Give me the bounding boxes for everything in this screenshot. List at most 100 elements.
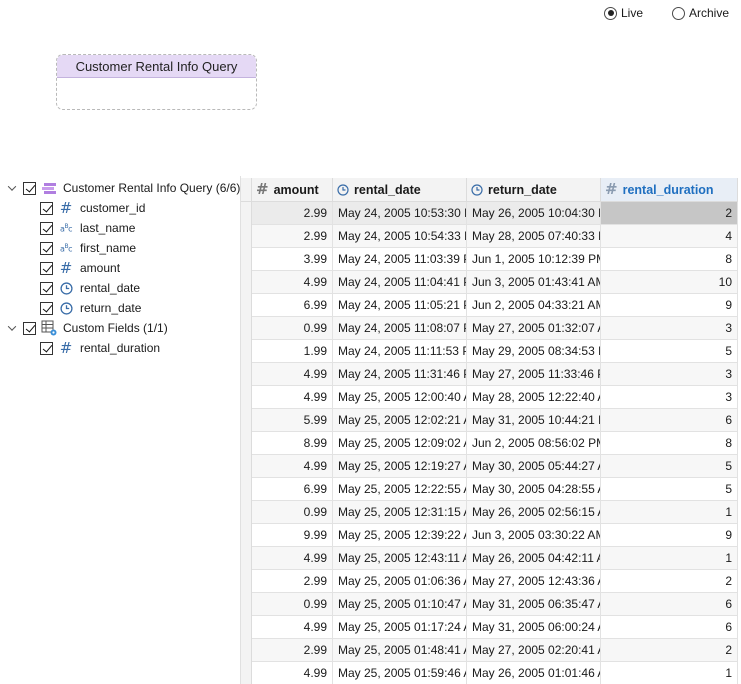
- cell-amount[interactable]: 8.99: [252, 432, 333, 455]
- field-checkbox[interactable]: [40, 281, 53, 295]
- cell-amount[interactable]: 4.99: [252, 547, 333, 570]
- cell-rental-duration[interactable]: 5: [601, 455, 738, 478]
- cell-rental-date[interactable]: May 25, 2005 01:59:46 A: [333, 662, 467, 684]
- table-row[interactable]: 0.99 May 25, 2005 12:31:15 A May 26, 2005 …: [252, 501, 738, 524]
- table-row[interactable]: 6.99 May 25, 2005 12:22:55 A May 30, 2005 …: [252, 478, 738, 501]
- cell-return-date[interactable]: May 26, 2005 02:56:15 A: [467, 501, 601, 524]
- cell-amount[interactable]: 0.99: [252, 317, 333, 340]
- table-row[interactable]: 0.99 May 25, 2005 01:10:47 A May 31, 2005 …: [252, 593, 738, 616]
- cell-amount[interactable]: 1.99: [252, 340, 333, 363]
- table-row[interactable]: 2.99 May 24, 2005 10:54:33 P May 28, 2005 …: [252, 225, 738, 248]
- tree-field-customer-id[interactable]: # customer_id: [40, 198, 145, 218]
- cell-rental-date[interactable]: May 25, 2005 12:22:55 A: [333, 478, 467, 501]
- query-checkbox[interactable]: [23, 181, 36, 195]
- field-checkbox[interactable]: [40, 241, 53, 255]
- cell-rental-date[interactable]: May 25, 2005 12:02:21 A: [333, 409, 467, 432]
- tree-field-rental-date[interactable]: rental_date: [40, 278, 140, 298]
- table-row[interactable]: 8.99 May 25, 2005 12:09:02 A Jun 2, 2005 0…: [252, 432, 738, 455]
- archive-radio-dot[interactable]: [672, 6, 685, 20]
- cell-amount[interactable]: 2.99: [252, 202, 333, 225]
- table-row[interactable]: 4.99 May 24, 2005 11:04:41 P Jun 3, 2005 0…: [252, 271, 738, 294]
- table-row[interactable]: 4.99 May 25, 2005 12:19:27 A May 30, 2005 …: [252, 455, 738, 478]
- cell-return-date[interactable]: May 29, 2005 08:34:53 P: [467, 340, 601, 363]
- cell-rental-duration[interactable]: 3: [601, 317, 738, 340]
- chevron-down-icon[interactable]: [7, 183, 17, 193]
- cell-amount[interactable]: 2.99: [252, 639, 333, 662]
- table-row[interactable]: 5.99 May 25, 2005 12:02:21 A May 31, 2005 …: [252, 409, 738, 432]
- cell-return-date[interactable]: May 27, 2005 01:32:07 A: [467, 317, 601, 340]
- cell-amount[interactable]: 5.99: [252, 409, 333, 432]
- cell-amount[interactable]: 4.99: [252, 386, 333, 409]
- cell-return-date[interactable]: May 31, 2005 06:00:24 A: [467, 616, 601, 639]
- cell-rental-date[interactable]: May 24, 2005 11:31:46 P: [333, 363, 467, 386]
- cell-return-date[interactable]: May 27, 2005 11:33:46 P: [467, 363, 601, 386]
- cell-rental-duration[interactable]: 6: [601, 409, 738, 432]
- tree-field-return-date[interactable]: return_date: [40, 298, 141, 318]
- cell-rental-date[interactable]: May 25, 2005 12:00:40 A: [333, 386, 467, 409]
- cell-rental-date[interactable]: May 24, 2005 11:05:21 P: [333, 294, 467, 317]
- cell-return-date[interactable]: May 30, 2005 05:44:27 A: [467, 455, 601, 478]
- field-checkbox[interactable]: [40, 301, 53, 315]
- cell-return-date[interactable]: May 31, 2005 10:44:21 P: [467, 409, 601, 432]
- table-row[interactable]: 3.99 May 24, 2005 11:03:39 P Jun 1, 2005 1…: [252, 248, 738, 271]
- custom-fields-checkbox[interactable]: [23, 321, 36, 335]
- column-header-amount[interactable]: # amount: [252, 178, 333, 202]
- cell-amount[interactable]: 4.99: [252, 271, 333, 294]
- cell-rental-date[interactable]: May 25, 2005 12:39:22 A: [333, 524, 467, 547]
- cell-rental-duration[interactable]: 3: [601, 386, 738, 409]
- table-row[interactable]: 2.99 May 24, 2005 10:53:30 P May 26, 2005 …: [252, 202, 738, 225]
- tree-item-custom-fields[interactable]: Custom Fields (1/1): [7, 318, 168, 338]
- tree-item-query[interactable]: Customer Rental Info Query (6/6): [7, 178, 240, 198]
- cell-return-date[interactable]: May 26, 2005 01:01:46 A: [467, 662, 601, 684]
- cell-amount[interactable]: 3.99: [252, 248, 333, 271]
- cell-amount[interactable]: 6.99: [252, 478, 333, 501]
- cell-rental-duration[interactable]: 5: [601, 340, 738, 363]
- field-checkbox[interactable]: [40, 201, 53, 215]
- cell-rental-duration[interactable]: 9: [601, 524, 738, 547]
- cell-amount[interactable]: 6.99: [252, 294, 333, 317]
- cell-rental-duration[interactable]: 2: [601, 639, 738, 662]
- cell-return-date[interactable]: Jun 2, 2005 08:56:02 PM: [467, 432, 601, 455]
- live-radio-dot[interactable]: [604, 6, 617, 20]
- cell-return-date[interactable]: Jun 1, 2005 10:12:39 PM: [467, 248, 601, 271]
- cell-rental-date[interactable]: May 24, 2005 11:08:07 P: [333, 317, 467, 340]
- cell-return-date[interactable]: May 26, 2005 10:04:30 P: [467, 202, 601, 225]
- cell-amount[interactable]: 0.99: [252, 501, 333, 524]
- cell-rental-duration[interactable]: 1: [601, 501, 738, 524]
- cell-rental-date[interactable]: May 25, 2005 01:10:47 A: [333, 593, 467, 616]
- cell-amount[interactable]: 4.99: [252, 455, 333, 478]
- tree-field-first-name[interactable]: aBc first_name: [40, 238, 136, 258]
- cell-amount[interactable]: 4.99: [252, 616, 333, 639]
- cell-return-date[interactable]: May 27, 2005 12:43:36 A: [467, 570, 601, 593]
- cell-return-date[interactable]: May 26, 2005 04:42:11 A: [467, 547, 601, 570]
- cell-rental-date[interactable]: May 25, 2005 12:19:27 A: [333, 455, 467, 478]
- cell-amount[interactable]: 9.99: [252, 524, 333, 547]
- chevron-down-icon[interactable]: [7, 323, 17, 333]
- cell-return-date[interactable]: May 28, 2005 07:40:33 P: [467, 225, 601, 248]
- table-row[interactable]: 6.99 May 24, 2005 11:05:21 P Jun 2, 2005 0…: [252, 294, 738, 317]
- cell-return-date[interactable]: Jun 3, 2005 03:30:22 AM: [467, 524, 601, 547]
- table-row[interactable]: 9.99 May 25, 2005 12:39:22 A Jun 3, 2005 0…: [252, 524, 738, 547]
- table-row[interactable]: 4.99 May 25, 2005 12:43:11 A May 26, 2005 …: [252, 547, 738, 570]
- cell-rental-date[interactable]: May 25, 2005 01:06:36 A: [333, 570, 467, 593]
- query-node[interactable]: Customer Rental Info Query: [56, 54, 257, 110]
- cell-rental-duration[interactable]: 1: [601, 547, 738, 570]
- cell-amount[interactable]: 2.99: [252, 570, 333, 593]
- cell-return-date[interactable]: May 27, 2005 02:20:41 A: [467, 639, 601, 662]
- cell-rental-date[interactable]: May 24, 2005 11:11:53 P: [333, 340, 467, 363]
- cell-rental-duration[interactable]: 4: [601, 225, 738, 248]
- cell-return-date[interactable]: May 28, 2005 12:22:40 A: [467, 386, 601, 409]
- cell-rental-duration[interactable]: 2: [601, 570, 738, 593]
- field-checkbox[interactable]: [40, 221, 53, 235]
- cell-rental-date[interactable]: May 25, 2005 12:31:15 A: [333, 501, 467, 524]
- cell-amount[interactable]: 4.99: [252, 363, 333, 386]
- cell-return-date[interactable]: Jun 3, 2005 01:43:41 AM: [467, 271, 601, 294]
- cell-rental-duration[interactable]: 9: [601, 294, 738, 317]
- column-header-return-date[interactable]: return_date: [467, 178, 601, 202]
- cell-return-date[interactable]: May 31, 2005 06:35:47 A: [467, 593, 601, 616]
- cell-rental-date[interactable]: May 25, 2005 01:48:41 A: [333, 639, 467, 662]
- cell-rental-duration[interactable]: 10: [601, 271, 738, 294]
- column-header-rental-duration[interactable]: # rental_duration: [601, 178, 738, 202]
- tree-field-amount[interactable]: # amount: [40, 258, 120, 278]
- column-header-rental-date[interactable]: rental_date: [333, 178, 467, 202]
